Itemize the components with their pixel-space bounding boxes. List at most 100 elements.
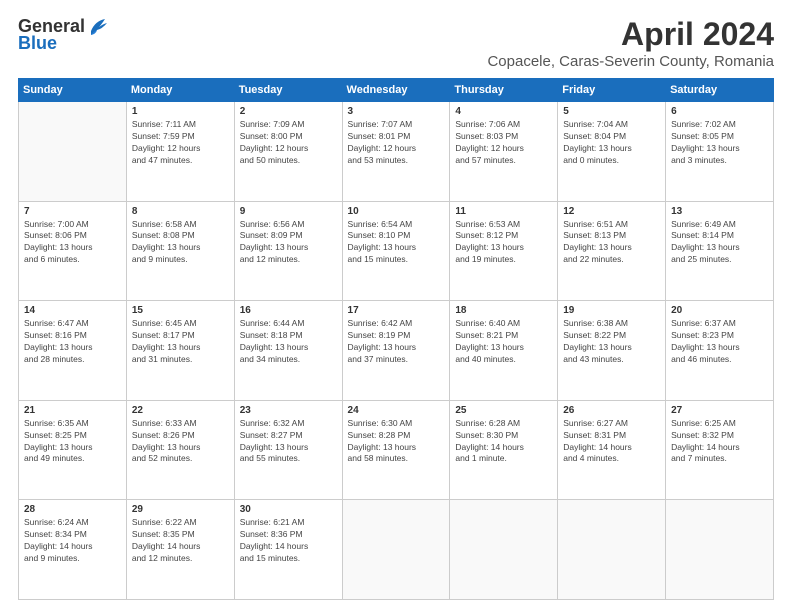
logo: General Blue bbox=[18, 16, 109, 54]
day-number: 6 bbox=[671, 106, 768, 117]
calendar-cell: 20 Sunrise: 6:37 AMSunset: 8:23 PMDayligh… bbox=[666, 301, 774, 401]
day-info: Sunrise: 6:40 AMSunset: 8:21 PMDaylight:… bbox=[455, 318, 552, 366]
calendar-cell: 24 Sunrise: 6:30 AMSunset: 8:28 PMDayligh… bbox=[342, 400, 450, 500]
calendar-cell: 21 Sunrise: 6:35 AMSunset: 8:25 PMDayligh… bbox=[19, 400, 127, 500]
day-number: 20 bbox=[671, 305, 768, 316]
calendar-cell: 8 Sunrise: 6:58 AMSunset: 8:08 PMDaylight… bbox=[126, 201, 234, 301]
day-info: Sunrise: 6:38 AMSunset: 8:22 PMDaylight:… bbox=[563, 318, 660, 366]
calendar-week-2: 7Sunrise: 7:00 AMSunset: 8:06 PMDaylight… bbox=[19, 201, 774, 301]
logo-bird-icon bbox=[87, 17, 109, 37]
calendar-cell: 10Sunrise: 6:54 AMSunset: 8:10 PMDayligh… bbox=[342, 201, 450, 301]
calendar-week-4: 21 Sunrise: 6:35 AMSunset: 8:25 PMDayligh… bbox=[19, 400, 774, 500]
calendar-cell: 22 Sunrise: 6:33 AMSunset: 8:26 PMDayligh… bbox=[126, 400, 234, 500]
day-info: Sunrise: 7:00 AMSunset: 8:06 PMDaylight:… bbox=[24, 219, 121, 267]
day-info: Sunrise: 6:27 AMSunset: 8:31 PMDaylight:… bbox=[563, 418, 660, 466]
day-info: Sunrise: 7:06 AMSunset: 8:03 PMDaylight:… bbox=[455, 119, 552, 167]
day-number: 2 bbox=[240, 106, 337, 117]
logo-blue-text: Blue bbox=[18, 33, 57, 54]
calendar-header-monday: Monday bbox=[126, 79, 234, 102]
day-info: Sunrise: 6:32 AMSunset: 8:27 PMDaylight:… bbox=[240, 418, 337, 466]
day-number: 9 bbox=[240, 206, 337, 217]
day-info: Sunrise: 7:04 AMSunset: 8:04 PMDaylight:… bbox=[563, 119, 660, 167]
day-info: Sunrise: 7:09 AMSunset: 8:00 PMDaylight:… bbox=[240, 119, 337, 167]
day-info: Sunrise: 6:42 AMSunset: 8:19 PMDaylight:… bbox=[348, 318, 445, 366]
calendar-cell: 29Sunrise: 6:22 AMSunset: 8:35 PMDayligh… bbox=[126, 500, 234, 600]
day-number: 17 bbox=[348, 305, 445, 316]
calendar-cell: 6Sunrise: 7:02 AMSunset: 8:05 PMDaylight… bbox=[666, 102, 774, 202]
day-number: 22 bbox=[132, 405, 229, 416]
day-info: Sunrise: 6:51 AMSunset: 8:13 PMDaylight:… bbox=[563, 219, 660, 267]
calendar-header-wednesday: Wednesday bbox=[342, 79, 450, 102]
calendar-cell bbox=[666, 500, 774, 600]
calendar-week-5: 28 Sunrise: 6:24 AMSunset: 8:34 PMDayligh… bbox=[19, 500, 774, 600]
day-info: Sunrise: 6:44 AMSunset: 8:18 PMDaylight:… bbox=[240, 318, 337, 366]
calendar-header-saturday: Saturday bbox=[666, 79, 774, 102]
day-info: Sunrise: 6:58 AMSunset: 8:08 PMDaylight:… bbox=[132, 219, 229, 267]
day-info: Sunrise: 6:47 AMSunset: 8:16 PMDaylight:… bbox=[24, 318, 121, 366]
calendar-cell: 11 Sunrise: 6:53 AMSunset: 8:12 PMDayligh… bbox=[450, 201, 558, 301]
calendar-cell: 23 Sunrise: 6:32 AMSunset: 8:27 PMDayligh… bbox=[234, 400, 342, 500]
day-info: Sunrise: 6:53 AMSunset: 8:12 PMDaylight:… bbox=[455, 219, 552, 267]
calendar-cell: 26Sunrise: 6:27 AMSunset: 8:31 PMDayligh… bbox=[558, 400, 666, 500]
day-info: Sunrise: 6:35 AMSunset: 8:25 PMDaylight:… bbox=[24, 418, 121, 466]
day-number: 23 bbox=[240, 405, 337, 416]
day-number: 19 bbox=[563, 305, 660, 316]
calendar-week-3: 14 Sunrise: 6:47 AMSunset: 8:16 PMDayligh… bbox=[19, 301, 774, 401]
day-number: 30 bbox=[240, 504, 337, 515]
calendar-cell: 17 Sunrise: 6:42 AMSunset: 8:19 PMDayligh… bbox=[342, 301, 450, 401]
day-info: Sunrise: 6:49 AMSunset: 8:14 PMDaylight:… bbox=[671, 219, 768, 267]
day-info: Sunrise: 6:28 AMSunset: 8:30 PMDaylight:… bbox=[455, 418, 552, 466]
calendar-cell: 5 Sunrise: 7:04 AMSunset: 8:04 PMDaylight… bbox=[558, 102, 666, 202]
day-number: 5 bbox=[563, 106, 660, 117]
day-info: Sunrise: 7:07 AMSunset: 8:01 PMDaylight:… bbox=[348, 119, 445, 167]
day-number: 3 bbox=[348, 106, 445, 117]
day-number: 1 bbox=[132, 106, 229, 117]
calendar-cell: 1 Sunrise: 7:11 AMSunset: 7:59 PMDaylight… bbox=[126, 102, 234, 202]
day-info: Sunrise: 6:21 AMSunset: 8:36 PMDaylight:… bbox=[240, 517, 337, 565]
calendar-cell: 12Sunrise: 6:51 AMSunset: 8:13 PMDayligh… bbox=[558, 201, 666, 301]
calendar-week-1: 1 Sunrise: 7:11 AMSunset: 7:59 PMDaylight… bbox=[19, 102, 774, 202]
calendar-header-sunday: Sunday bbox=[19, 79, 127, 102]
calendar-cell: 28 Sunrise: 6:24 AMSunset: 8:34 PMDayligh… bbox=[19, 500, 127, 600]
day-number: 13 bbox=[671, 206, 768, 217]
day-number: 16 bbox=[240, 305, 337, 316]
day-number: 25 bbox=[455, 405, 552, 416]
day-number: 21 bbox=[24, 405, 121, 416]
day-number: 24 bbox=[348, 405, 445, 416]
day-info: Sunrise: 6:45 AMSunset: 8:17 PMDaylight:… bbox=[132, 318, 229, 366]
calendar-cell: 13 Sunrise: 6:49 AMSunset: 8:14 PMDayligh… bbox=[666, 201, 774, 301]
day-number: 14 bbox=[24, 305, 121, 316]
calendar-cell bbox=[19, 102, 127, 202]
calendar-cell: 18 Sunrise: 6:40 AMSunset: 8:21 PMDayligh… bbox=[450, 301, 558, 401]
calendar-cell: 4 Sunrise: 7:06 AMSunset: 8:03 PMDaylight… bbox=[450, 102, 558, 202]
calendar-cell: 3 Sunrise: 7:07 AMSunset: 8:01 PMDaylight… bbox=[342, 102, 450, 202]
day-info: Sunrise: 6:37 AMSunset: 8:23 PMDaylight:… bbox=[671, 318, 768, 366]
day-number: 11 bbox=[455, 206, 552, 217]
calendar-cell: 9 Sunrise: 6:56 AMSunset: 8:09 PMDaylight… bbox=[234, 201, 342, 301]
header: General Blue April 2024 Copacele, Caras-… bbox=[18, 16, 774, 70]
day-number: 28 bbox=[24, 504, 121, 515]
day-number: 18 bbox=[455, 305, 552, 316]
calendar-cell: 19 Sunrise: 6:38 AMSunset: 8:22 PMDayligh… bbox=[558, 301, 666, 401]
day-number: 27 bbox=[671, 405, 768, 416]
day-info: Sunrise: 6:54 AMSunset: 8:10 PMDaylight:… bbox=[348, 219, 445, 267]
page-title: April 2024 bbox=[487, 16, 774, 53]
calendar-header-friday: Friday bbox=[558, 79, 666, 102]
day-info: Sunrise: 6:56 AMSunset: 8:09 PMDaylight:… bbox=[240, 219, 337, 267]
calendar-cell bbox=[450, 500, 558, 600]
day-number: 15 bbox=[132, 305, 229, 316]
calendar-cell bbox=[558, 500, 666, 600]
calendar-header-row: SundayMondayTuesdayWednesdayThursdayFrid… bbox=[19, 79, 774, 102]
day-number: 4 bbox=[455, 106, 552, 117]
day-info: Sunrise: 6:30 AMSunset: 8:28 PMDaylight:… bbox=[348, 418, 445, 466]
page: General Blue April 2024 Copacele, Caras-… bbox=[0, 0, 792, 612]
day-number: 8 bbox=[132, 206, 229, 217]
calendar-cell: 27 Sunrise: 6:25 AMSunset: 8:32 PMDayligh… bbox=[666, 400, 774, 500]
day-info: Sunrise: 7:11 AMSunset: 7:59 PMDaylight:… bbox=[132, 119, 229, 167]
day-number: 29 bbox=[132, 504, 229, 515]
calendar-cell: 30 Sunrise: 6:21 AMSunset: 8:36 PMDayligh… bbox=[234, 500, 342, 600]
day-info: Sunrise: 6:25 AMSunset: 8:32 PMDaylight:… bbox=[671, 418, 768, 466]
calendar-cell: 7Sunrise: 7:00 AMSunset: 8:06 PMDaylight… bbox=[19, 201, 127, 301]
day-info: Sunrise: 6:33 AMSunset: 8:26 PMDaylight:… bbox=[132, 418, 229, 466]
day-info: Sunrise: 6:24 AMSunset: 8:34 PMDaylight:… bbox=[24, 517, 121, 565]
